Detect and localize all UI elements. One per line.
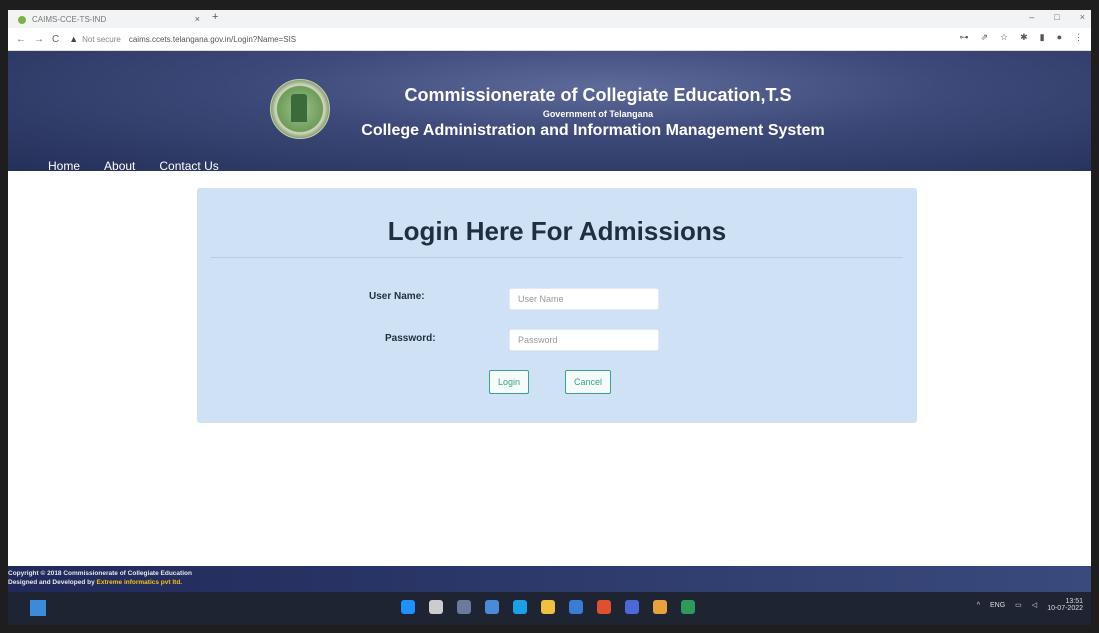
cancel-button[interactable]: Cancel bbox=[565, 370, 612, 394]
taskbar-app-icon[interactable] bbox=[653, 600, 667, 614]
taskbar-app-icon[interactable] bbox=[457, 600, 471, 614]
site-header: Commissionerate of Collegiate Education,… bbox=[8, 51, 1091, 173]
sidebar-icon[interactable]: ▮ bbox=[1040, 32, 1045, 43]
not-secure-label[interactable]: Not secure bbox=[82, 35, 121, 44]
username-label: User Name: bbox=[369, 291, 425, 302]
menu-item-home[interactable]: Home bbox=[48, 159, 80, 173]
star-icon[interactable]: ☆ bbox=[1000, 32, 1008, 43]
maximize-icon[interactable]: □ bbox=[1054, 12, 1059, 22]
username-input[interactable] bbox=[509, 288, 659, 310]
tab-close-icon[interactable]: × bbox=[195, 14, 200, 24]
system-tray: ^ ENG ▭ ◁ 13:51 10-07-2022 bbox=[977, 598, 1083, 612]
taskbar-apps bbox=[401, 600, 695, 614]
designed-by-text: Designed and Developed by bbox=[8, 579, 95, 586]
menu-item-about[interactable]: About bbox=[104, 159, 135, 173]
profile-icon[interactable]: ● bbox=[1057, 32, 1062, 43]
close-window-icon[interactable]: × bbox=[1080, 12, 1085, 22]
share-icon[interactable]: ⇗ bbox=[980, 32, 988, 43]
browser-window: CAIMS-CCE-TS-IND × + – □ × ← → C ▲ Not s… bbox=[8, 10, 1091, 625]
header-subtitle: Government of Telangana bbox=[542, 109, 654, 119]
browser-tab[interactable]: CAIMS-CCE-TS-IND × bbox=[12, 11, 212, 28]
login-heading: Login Here For Admissions bbox=[387, 216, 727, 246]
system-name: College Administration and Information M… bbox=[361, 122, 825, 139]
login-button[interactable]: Login bbox=[489, 370, 530, 394]
password-input[interactable] bbox=[509, 329, 659, 351]
taskbar-app-icon[interactable] bbox=[625, 600, 639, 614]
tab-title: CAIMS-CCE-TS-IND bbox=[32, 15, 107, 24]
tab-bar: CAIMS-CCE-TS-IND × + – □ × bbox=[8, 10, 1091, 28]
key-icon[interactable]: ⊶ bbox=[959, 32, 968, 43]
forward-icon[interactable]: → bbox=[34, 34, 44, 45]
developer-credit: Designed and Developed by Extreme inform… bbox=[8, 579, 182, 586]
taskbar-app-icon[interactable] bbox=[597, 600, 611, 614]
site-footer: Copyright © 2018 Commissionerate of Coll… bbox=[8, 566, 1091, 592]
divider bbox=[211, 257, 903, 258]
url-text[interactable]: caims.ccets.telangana.gov.in/Login?Name=… bbox=[129, 35, 296, 44]
volume-icon[interactable]: ◁ bbox=[1032, 601, 1037, 609]
chevron-up-icon[interactable]: ^ bbox=[977, 602, 980, 609]
new-tab-button[interactable]: + bbox=[212, 11, 218, 23]
back-icon[interactable]: ← bbox=[16, 34, 26, 45]
warning-icon[interactable]: ▲ bbox=[69, 34, 78, 44]
telangana-emblem-icon bbox=[270, 79, 330, 139]
language-indicator[interactable]: ENG bbox=[990, 602, 1005, 609]
developer-link[interactable]: Extreme informatics pvt ltd. bbox=[97, 579, 183, 586]
favicon-icon bbox=[18, 15, 26, 24]
window-controls: – □ × bbox=[1029, 12, 1085, 22]
main-menu: Home About Contact Us bbox=[48, 159, 219, 173]
menu-item-contact[interactable]: Contact Us bbox=[159, 159, 218, 173]
minimize-icon[interactable]: – bbox=[1029, 12, 1034, 22]
clock-time: 13:51 bbox=[1065, 598, 1083, 605]
clock-date: 10-07-2022 bbox=[1047, 605, 1083, 612]
taskbar-app-icon[interactable] bbox=[429, 600, 443, 614]
taskbar-app-icon[interactable] bbox=[541, 600, 555, 614]
network-icon[interactable]: ▭ bbox=[1015, 601, 1022, 609]
widgets-icon[interactable] bbox=[30, 600, 46, 616]
clock[interactable]: 13:51 10-07-2022 bbox=[1047, 598, 1083, 612]
taskbar-app-icon[interactable] bbox=[485, 600, 499, 614]
extensions-icon[interactable]: ✱ bbox=[1020, 32, 1028, 43]
header-title: Commissionerate of Collegiate Education,… bbox=[404, 85, 792, 105]
password-label: Password: bbox=[385, 333, 436, 344]
taskbar-app-icon[interactable] bbox=[569, 600, 583, 614]
taskbar-app-icon[interactable] bbox=[513, 600, 527, 614]
menu-icon[interactable]: ⋮ bbox=[1074, 32, 1083, 43]
taskbar: ^ ENG ▭ ◁ 13:51 10-07-2022 bbox=[8, 592, 1091, 625]
copyright-text: Copyright © 2018 Commissionerate of Coll… bbox=[8, 570, 192, 577]
toolbar-icons: ⊶ ⇗ ☆ ✱ ▮ ● ⋮ bbox=[959, 32, 1083, 43]
login-card: Login Here For Admissions User Name: Pas… bbox=[197, 188, 917, 423]
address-bar: ← → C ▲ Not secure caims.ccets.telangana… bbox=[8, 28, 1091, 51]
taskbar-app-icon[interactable] bbox=[681, 600, 695, 614]
reload-icon[interactable]: C bbox=[52, 34, 59, 45]
taskbar-app-icon[interactable] bbox=[401, 600, 415, 614]
